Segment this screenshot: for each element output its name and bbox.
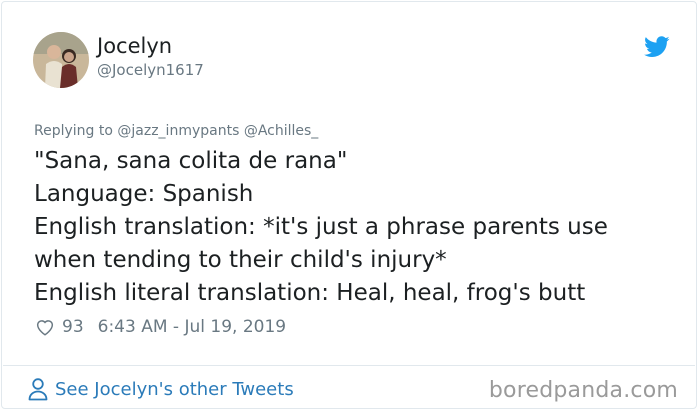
avatar[interactable] (33, 32, 89, 88)
tweet-text-line: when tending to their child's injury* (34, 247, 447, 273)
see-other-tweets-link[interactable]: See Jocelyn's other Tweets (27, 376, 294, 402)
tweet-text-line: "Sana, sana colita de rana" (34, 148, 348, 174)
like-count[interactable]: 93 (62, 317, 84, 337)
author-display-name[interactable]: Jocelyn (97, 34, 172, 58)
tweet-timestamp[interactable]: 6:43 AM - Jul 19, 2019 (98, 317, 286, 337)
tweet-card: Jocelyn @Jocelyn1617 Replying to @jazz_i… (1, 1, 697, 409)
person-icon (27, 377, 49, 401)
divider (3, 365, 695, 366)
boredpanda-watermark: boredpanda.com (488, 377, 678, 403)
tweet-text: "Sana, sana colita de rana" Language: Sp… (34, 145, 674, 310)
tweet-text-line: English translation: *it's just a phrase… (34, 214, 608, 240)
reply-prefix: Replying to (34, 123, 113, 139)
tweet-text-line: Language: Spanish (34, 181, 254, 207)
heart-icon[interactable] (34, 316, 56, 338)
reply-mention-link[interactable]: @jazz_inmypants (117, 123, 239, 139)
twitter-bird-icon[interactable] (644, 36, 670, 58)
tweet-meta: 93 6:43 AM - Jul 19, 2019 (34, 314, 286, 340)
reply-context: Replying to @jazz_inmypants @Achilles_ (34, 122, 318, 140)
author-handle[interactable]: @Jocelyn1617 (97, 61, 204, 79)
tweet-text-line: English literal translation: Heal, heal,… (34, 280, 586, 306)
see-other-tweets-label: See Jocelyn's other Tweets (55, 378, 294, 400)
reply-mention-link[interactable]: @Achilles_ (244, 123, 318, 139)
